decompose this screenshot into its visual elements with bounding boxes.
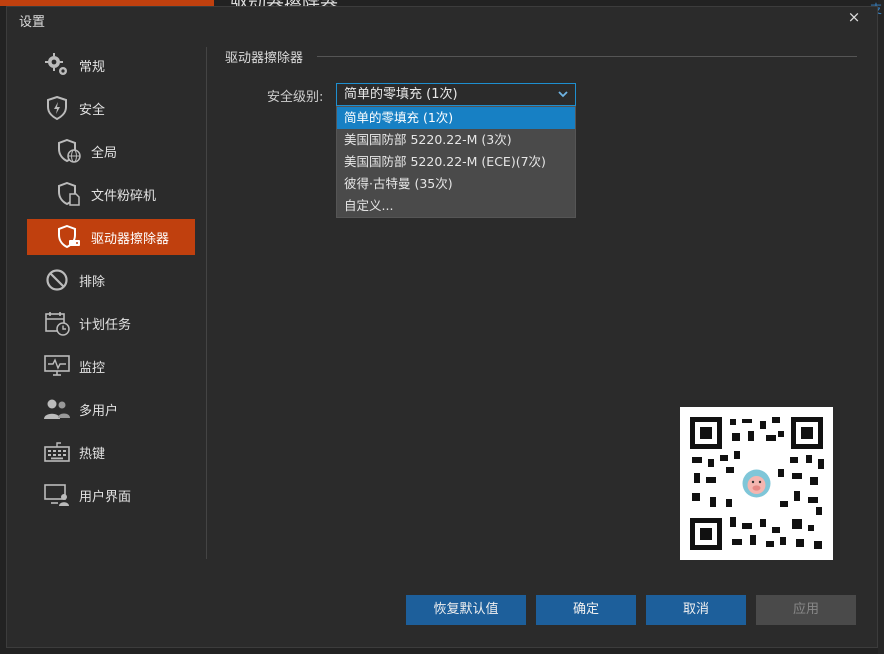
settings-dialog: 设置 × 常规 安全 全局 文件粉碎机 驱动器擦除器 排除 计划任务 监控 多用… [6, 6, 878, 648]
sidebar-item-label: 常规 [79, 59, 106, 75]
dropdown-option[interactable]: 自定义... [337, 195, 575, 217]
dropdown-option[interactable]: 彼得·古特曼 (35次) [337, 173, 575, 195]
sidebar-item-label: 监控 [79, 360, 106, 376]
sidebar-item-label: 文件粉碎机 [91, 188, 157, 204]
sidebar-item-multi-user[interactable]: 多用户 [27, 391, 195, 427]
sidebar-item-label: 排除 [79, 274, 106, 290]
sidebar-divider [206, 47, 207, 559]
sidebar-item-file-shredder[interactable]: 文件粉碎机 [27, 176, 195, 212]
sidebar-item-label: 安全 [79, 102, 106, 118]
shield-file-icon [55, 180, 83, 208]
sidebar-item-security[interactable]: 安全 [27, 90, 195, 126]
settings-sidebar: 常规 安全 全局 文件粉碎机 驱动器擦除器 排除 计划任务 监控 多用户 热键 … [27, 47, 195, 520]
keyboard-icon [43, 438, 71, 466]
monitor-pulse-icon [43, 352, 71, 380]
background-right-edge [878, 0, 884, 654]
security-level-dropdown: 简单的零填充 (1次) 美国国防部 5220.22-M (3次) 美国国防部 5… [336, 106, 576, 218]
sidebar-item-exclusions[interactable]: 排除 [27, 262, 195, 298]
sidebar-item-monitoring[interactable]: 监控 [27, 348, 195, 384]
sidebar-item-drive-wiper[interactable]: 驱动器擦除器 [27, 219, 195, 255]
sidebar-item-general[interactable]: 常规 [27, 47, 195, 83]
ok-button[interactable]: 确定 [536, 595, 636, 625]
gear-icon [43, 51, 71, 79]
shield-icon [43, 94, 71, 122]
sidebar-item-user-interface[interactable]: 用户界面 [27, 477, 195, 513]
users-icon [43, 395, 71, 423]
security-level-label: 安全级别: [267, 90, 324, 105]
sidebar-item-scheduled-tasks[interactable]: 计划任务 [27, 305, 195, 341]
cancel-button[interactable]: 取消 [646, 595, 746, 625]
dropdown-option[interactable]: 美国国防部 5220.22-M (ECE)(7次) [337, 151, 575, 173]
security-level-select[interactable]: 简单的零填充 (1次) [336, 83, 576, 106]
dialog-title: 设置 [19, 15, 46, 30]
apply-button[interactable]: 应用 [756, 595, 856, 625]
sidebar-item-label: 全局 [91, 145, 118, 161]
shield-drive-icon [55, 223, 83, 251]
close-icon[interactable]: × [845, 7, 863, 27]
sidebar-item-hotkeys[interactable]: 热键 [27, 434, 195, 470]
restore-defaults-button[interactable]: 恢复默认值 [406, 595, 526, 625]
security-level-value: 简单的零填充 (1次) [344, 87, 458, 102]
sidebar-item-label: 计划任务 [79, 317, 132, 333]
dropdown-option[interactable]: 美国国防部 5220.22-M (3次) [337, 129, 575, 151]
sidebar-item-label: 多用户 [79, 403, 119, 419]
sidebar-item-label: 驱动器擦除器 [91, 231, 170, 247]
section-title: 驱动器擦除器 [225, 51, 304, 66]
sidebar-item-global[interactable]: 全局 [27, 133, 195, 169]
shield-globe-icon [55, 137, 83, 165]
section-divider [317, 56, 857, 57]
monitor-user-icon [43, 481, 71, 509]
dropdown-option[interactable]: 简单的零填充 (1次) [337, 107, 575, 129]
prohibit-icon [43, 266, 71, 294]
sidebar-item-label: 热键 [79, 446, 106, 462]
sidebar-item-label: 用户界面 [79, 489, 132, 505]
calendar-clock-icon [43, 309, 71, 337]
qr-code [680, 407, 833, 560]
